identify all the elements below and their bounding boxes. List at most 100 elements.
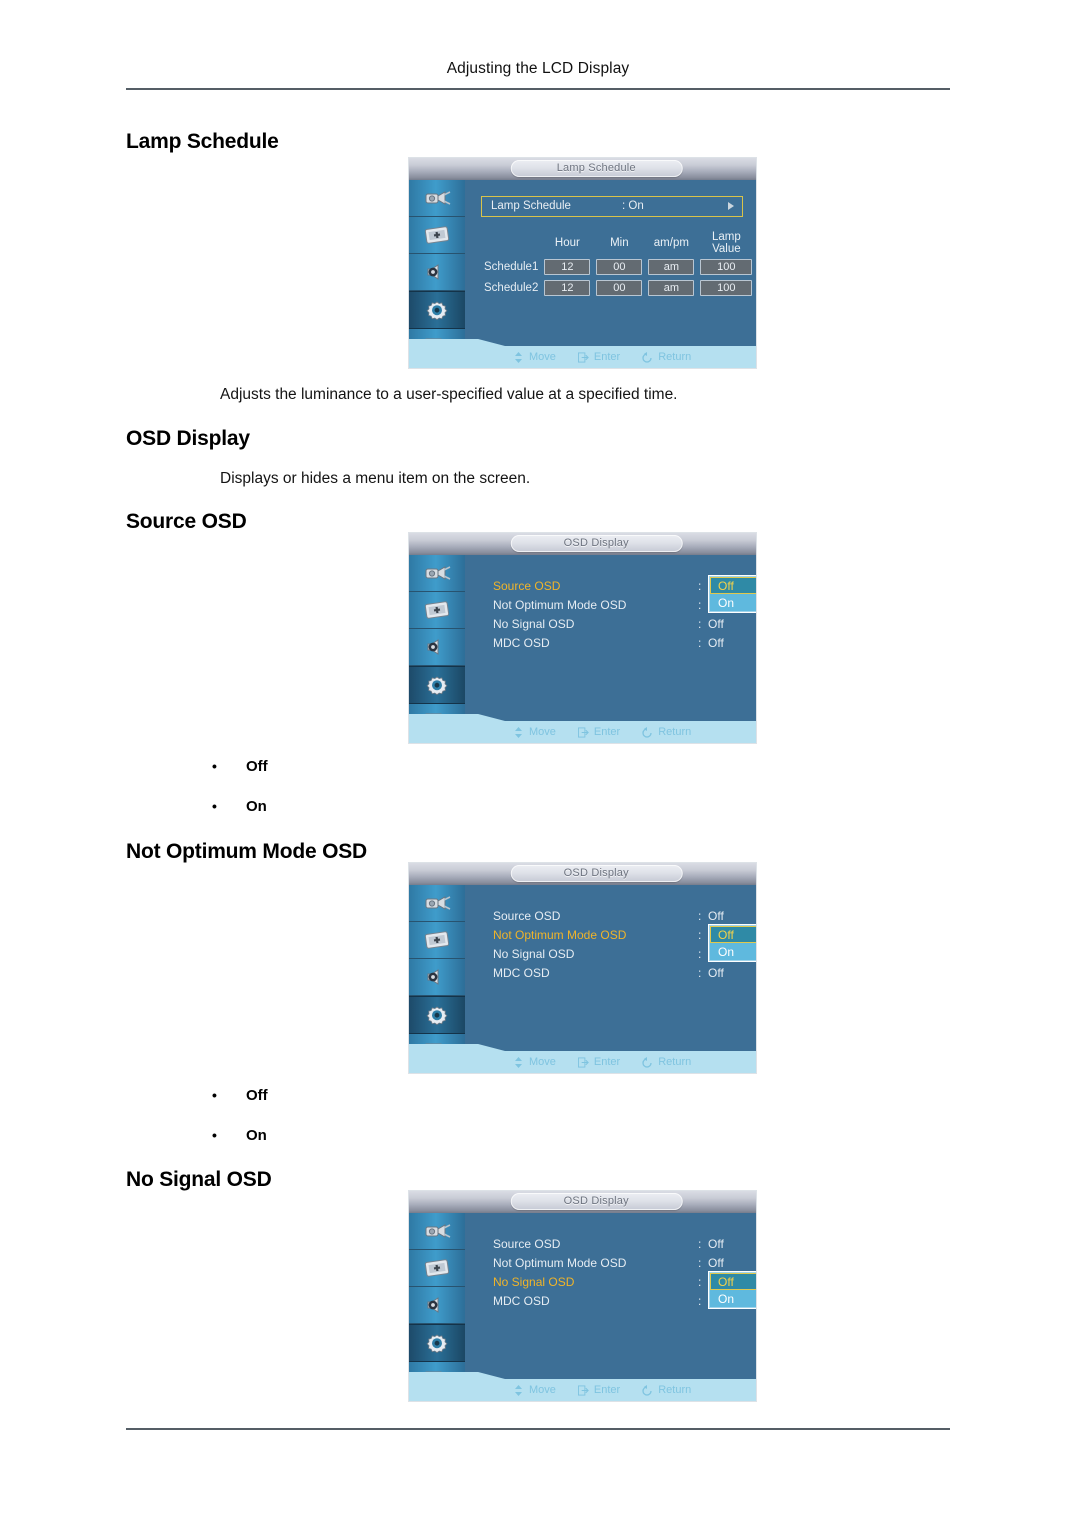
osd-item-not-optimum-mode-osd[interactable]: Not Optimum Mode OSD :: [493, 926, 743, 945]
schedule2-min-field[interactable]: 00: [596, 280, 643, 296]
osd-value-dropdown[interactable]: Off On: [708, 1271, 756, 1309]
footer-move-label: Move: [529, 726, 556, 738]
schedule1-ampm-field[interactable]: am: [648, 259, 695, 275]
osd-item-separator: :: [698, 579, 702, 593]
sound-speaker-icon[interactable]: [409, 1287, 465, 1324]
osd-item-no-signal-osd[interactable]: No Signal OSD :: [493, 945, 743, 964]
osd-item-label: MDC OSD: [493, 966, 550, 980]
osd-value-dropdown[interactable]: Off On: [708, 575, 756, 613]
setup-gear-icon[interactable]: [409, 666, 465, 704]
input-source-icon[interactable]: [409, 555, 465, 592]
osd-item-no-signal-osd[interactable]: No Signal OSD :: [493, 1273, 743, 1292]
osd-item-not-optimum-mode-osd[interactable]: Not Optimum Mode OSD :: [493, 596, 743, 615]
osd-item-separator: :: [698, 636, 702, 650]
osd-footer: Move Enter Return: [409, 346, 756, 368]
list-item: • On: [212, 1127, 267, 1144]
picture-icon[interactable]: [409, 217, 465, 254]
osd-item-separator: :: [698, 1275, 702, 1289]
footer-enter-label: Enter: [593, 726, 621, 738]
osd-display-item-list: Source OSD : Not Optimum Mode OSD : No S…: [493, 577, 743, 653]
setup-gear-icon[interactable]: [409, 291, 465, 329]
sound-speaker-icon[interactable]: [409, 254, 465, 291]
dropdown-option-on[interactable]: On: [710, 943, 756, 960]
osd-body: Lamp Schedule : On Hour Min am/pm Lamp V…: [465, 180, 756, 346]
enter-icon: [577, 351, 589, 363]
osd-title: OSD Display: [510, 535, 683, 552]
footer-enter: Enter: [577, 351, 620, 363]
footer-move-label: Move: [529, 1384, 556, 1396]
osd-display-item-list: Source OSD : Off Not Optimum Mode OSD : …: [493, 907, 743, 983]
osd-title: OSD Display: [510, 1193, 683, 1210]
osd-item-value: Off: [708, 1237, 724, 1251]
enter-icon: [577, 726, 589, 738]
dropdown-option-on[interactable]: On: [710, 594, 756, 611]
sound-speaker-icon[interactable]: [409, 629, 465, 666]
osd-item-no-signal-osd[interactable]: No Signal OSD : Off: [493, 615, 743, 634]
bullet-label: On: [246, 798, 267, 815]
osd-item-separator: :: [698, 1294, 702, 1308]
schedule1-lamp-value-field[interactable]: 100: [700, 259, 753, 275]
osd-item-mdc-osd[interactable]: MDC OSD :: [493, 1292, 743, 1311]
schedule2-lamp-value-field[interactable]: 100: [700, 280, 753, 296]
osd-screenshot-lamp-schedule: Lamp Schedule Lamp Schedule : On Hour Mi…: [409, 158, 756, 368]
osd-item-source-osd[interactable]: Source OSD : Off: [493, 1235, 743, 1254]
picture-icon[interactable]: [409, 922, 465, 959]
input-source-icon[interactable]: [409, 885, 465, 922]
osd-item-source-osd[interactable]: Source OSD : Off: [493, 907, 743, 926]
lamp-schedule-row[interactable]: Lamp Schedule : On: [481, 196, 743, 217]
footer-enter-label: Enter: [593, 1056, 621, 1068]
enter-icon: [577, 1056, 589, 1068]
row-label-schedule1: Schedule1: [484, 261, 539, 273]
return-arrow-icon: [642, 351, 653, 363]
input-source-icon[interactable]: [409, 1213, 465, 1250]
dropdown-option-off[interactable]: Off: [710, 926, 756, 943]
osd-body: Source OSD : Not Optimum Mode OSD : No S…: [465, 555, 756, 721]
schedule2-ampm-field[interactable]: am: [648, 280, 695, 296]
osd-value-dropdown[interactable]: Off On: [708, 924, 756, 962]
row-label-schedule2: Schedule2: [484, 282, 539, 294]
footer-return-label: Return: [658, 726, 692, 738]
footer-return: Return: [642, 726, 691, 738]
page-heading-no-signal-osd: No Signal OSD: [126, 1168, 272, 1191]
osd-item-separator: :: [698, 1256, 702, 1270]
running-header: Adjusting the LCD Display: [446, 60, 630, 77]
schedule1-min-field[interactable]: 00: [596, 259, 643, 275]
footer-return: Return: [642, 1056, 691, 1068]
osd-item-not-optimum-mode-osd[interactable]: Not Optimum Mode OSD : Off: [493, 1254, 743, 1273]
move-updown-icon: [513, 351, 524, 363]
setup-gear-icon[interactable]: [409, 996, 465, 1034]
bullet-label: Off: [246, 1087, 268, 1104]
osd-item-label: Source OSD: [493, 909, 561, 923]
return-arrow-icon: [642, 726, 653, 738]
osd-item-mdc-osd[interactable]: MDC OSD : Off: [493, 964, 743, 983]
footer-enter: Enter: [577, 1056, 621, 1068]
osd-titlebar: OSD Display: [409, 863, 756, 885]
list-item: • Off: [212, 758, 268, 775]
move-updown-icon: [513, 726, 524, 738]
document-page: Adjusting the LCD Display Lamp Schedule …: [0, 0, 1080, 1527]
dropdown-option-on[interactable]: On: [710, 1290, 756, 1307]
sound-speaker-icon[interactable]: [409, 959, 465, 996]
dropdown-option-off[interactable]: Off: [710, 577, 756, 594]
schedule1-hour-field[interactable]: 12: [544, 259, 591, 275]
picture-icon[interactable]: [409, 592, 465, 629]
input-source-icon[interactable]: [409, 180, 465, 217]
footer-move-label: Move: [529, 1056, 556, 1068]
osd-item-source-osd[interactable]: Source OSD :: [493, 577, 743, 596]
setup-gear-icon[interactable]: [409, 1324, 465, 1362]
page-heading-lamp-schedule: Lamp Schedule: [126, 130, 279, 153]
picture-icon[interactable]: [409, 1250, 465, 1287]
osd-item-mdc-osd[interactable]: MDC OSD : Off: [493, 634, 743, 653]
chevron-right-icon: [728, 202, 734, 210]
footer-move-label: Move: [529, 351, 556, 363]
enter-icon: [577, 1384, 589, 1396]
dropdown-option-off[interactable]: Off: [710, 1273, 756, 1290]
bullet-dot-icon: •: [212, 1087, 217, 1103]
osd-item-label: No Signal OSD: [493, 947, 575, 961]
osd-titlebar: Lamp Schedule: [409, 158, 756, 180]
footer-return-label: Return: [658, 1056, 692, 1068]
lamp-schedule-table: Hour Min am/pm Lamp Value Schedule1 12 0…: [479, 228, 756, 300]
osd-display-item-list: Source OSD : Off Not Optimum Mode OSD : …: [493, 1235, 743, 1311]
footer-move: Move: [513, 726, 556, 738]
schedule2-hour-field[interactable]: 12: [544, 280, 591, 296]
